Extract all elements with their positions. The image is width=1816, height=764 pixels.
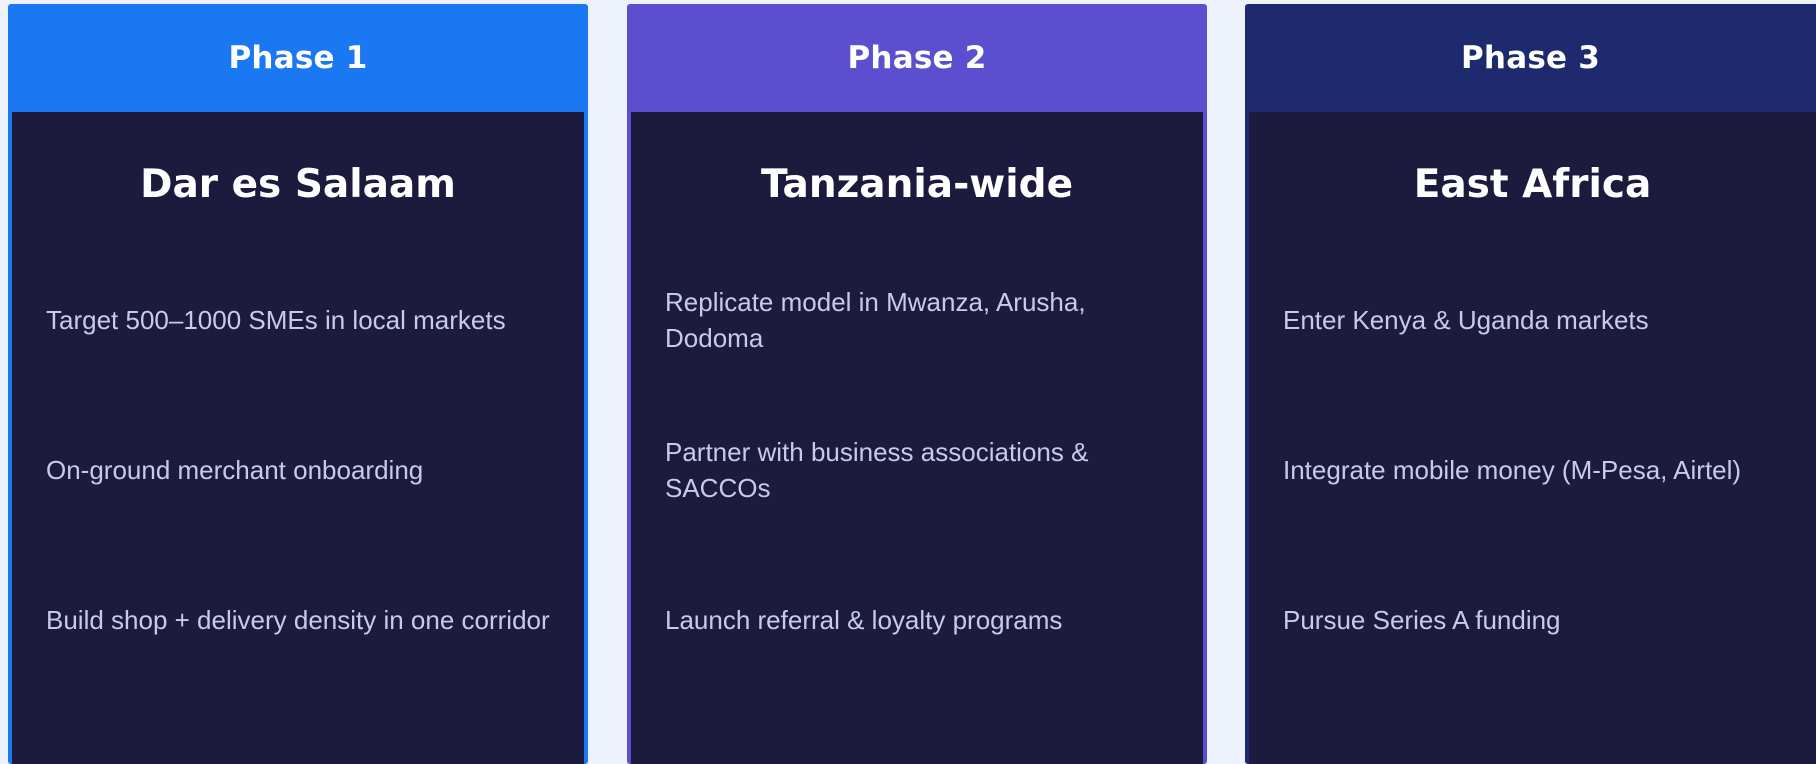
phase-3-item-3: Pursue Series A funding bbox=[1283, 605, 1561, 635]
phase-2-item-2: Partner with business associations & SAC… bbox=[665, 437, 1089, 503]
phase-1-item-2: On-ground merchant onboarding bbox=[46, 455, 424, 485]
phase-1-region: Dar es Salaam bbox=[140, 162, 456, 207]
phase-3-item-2: Integrate mobile money (M-Pesa, Airtel) bbox=[1283, 455, 1742, 485]
phase-1-label: Phase 1 bbox=[228, 40, 368, 76]
phase-3-body: East Africa Enter Kenya & Uganda markets… bbox=[1249, 112, 1816, 764]
phase-3-card: Phase 3 East Africa Enter Kenya & Uganda… bbox=[1245, 4, 1816, 764]
phase-2-header: Phase 2 bbox=[627, 4, 1207, 112]
phase-3-item-1: Enter Kenya & Uganda markets bbox=[1283, 305, 1649, 335]
phase-1-item-3: Build shop + delivery density in one cor… bbox=[46, 605, 550, 635]
phase-2-region: Tanzania-wide bbox=[760, 162, 1074, 207]
phase-3-region: East Africa bbox=[1413, 162, 1652, 207]
phase-2-body: Tanzania-wide Replicate model in Mwanza,… bbox=[631, 112, 1203, 764]
phase-2-item-1: Replicate model in Mwanza, Arusha, Dodom… bbox=[665, 287, 1086, 353]
phase-3-header: Phase 3 bbox=[1245, 4, 1816, 112]
phase-2-label: Phase 2 bbox=[847, 40, 987, 76]
phase-1-item-1: Target 500–1000 SMEs in local markets bbox=[46, 305, 506, 335]
phase-2-item-3: Launch referral & loyalty programs bbox=[665, 605, 1063, 635]
phase-3-label: Phase 3 bbox=[1461, 40, 1600, 76]
phase-2-card: Phase 2 Tanzania-wide Replicate model in… bbox=[627, 4, 1207, 764]
phase-1-header: Phase 1 bbox=[8, 4, 588, 112]
phase-1-card: Phase 1 Dar es Salaam Target 500–1000 SM… bbox=[8, 4, 588, 764]
phase-1-body: Dar es Salaam Target 500–1000 SMEs in lo… bbox=[12, 112, 584, 764]
